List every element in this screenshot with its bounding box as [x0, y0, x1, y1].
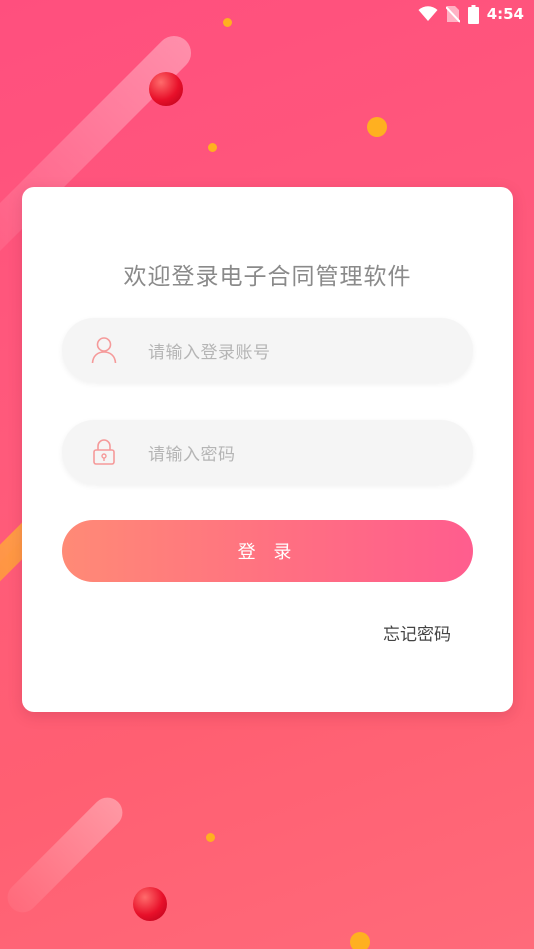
decorative-dot — [208, 143, 217, 152]
lock-icon — [90, 438, 118, 466]
wifi-icon — [418, 6, 438, 22]
status-bar: 4:54 — [418, 0, 534, 28]
decorative-dot — [206, 833, 215, 842]
login-screen: 4:54 欢迎登录电子合同管理软件 请输入登录账号 请输入密码 登 录 忘记密码 — [0, 0, 534, 949]
forgot-password-link[interactable]: 忘记密码 — [383, 620, 451, 645]
login-card: 欢迎登录电子合同管理软件 请输入登录账号 请输入密码 登 录 忘记密码 — [22, 187, 513, 712]
password-placeholder: 请输入密码 — [148, 444, 236, 465]
decorative-streak — [1, 791, 129, 919]
decorative-dot — [350, 932, 370, 949]
page-title: 欢迎登录电子合同管理软件 — [123, 264, 412, 290]
decorative-ball — [149, 72, 183, 106]
login-button[interactable]: 登 录 — [62, 520, 473, 582]
battery-icon — [467, 4, 479, 24]
decorative-ball — [133, 887, 167, 921]
account-placeholder: 请输入登录账号 — [148, 342, 271, 363]
account-field[interactable]: 请输入登录账号 — [62, 318, 473, 382]
status-time: 4:54 — [486, 5, 524, 23]
no-sim-icon — [445, 5, 460, 23]
decorative-dot — [367, 117, 387, 137]
decorative-dot — [223, 18, 232, 27]
user-icon — [90, 336, 118, 364]
password-field[interactable]: 请输入密码 — [62, 420, 473, 484]
